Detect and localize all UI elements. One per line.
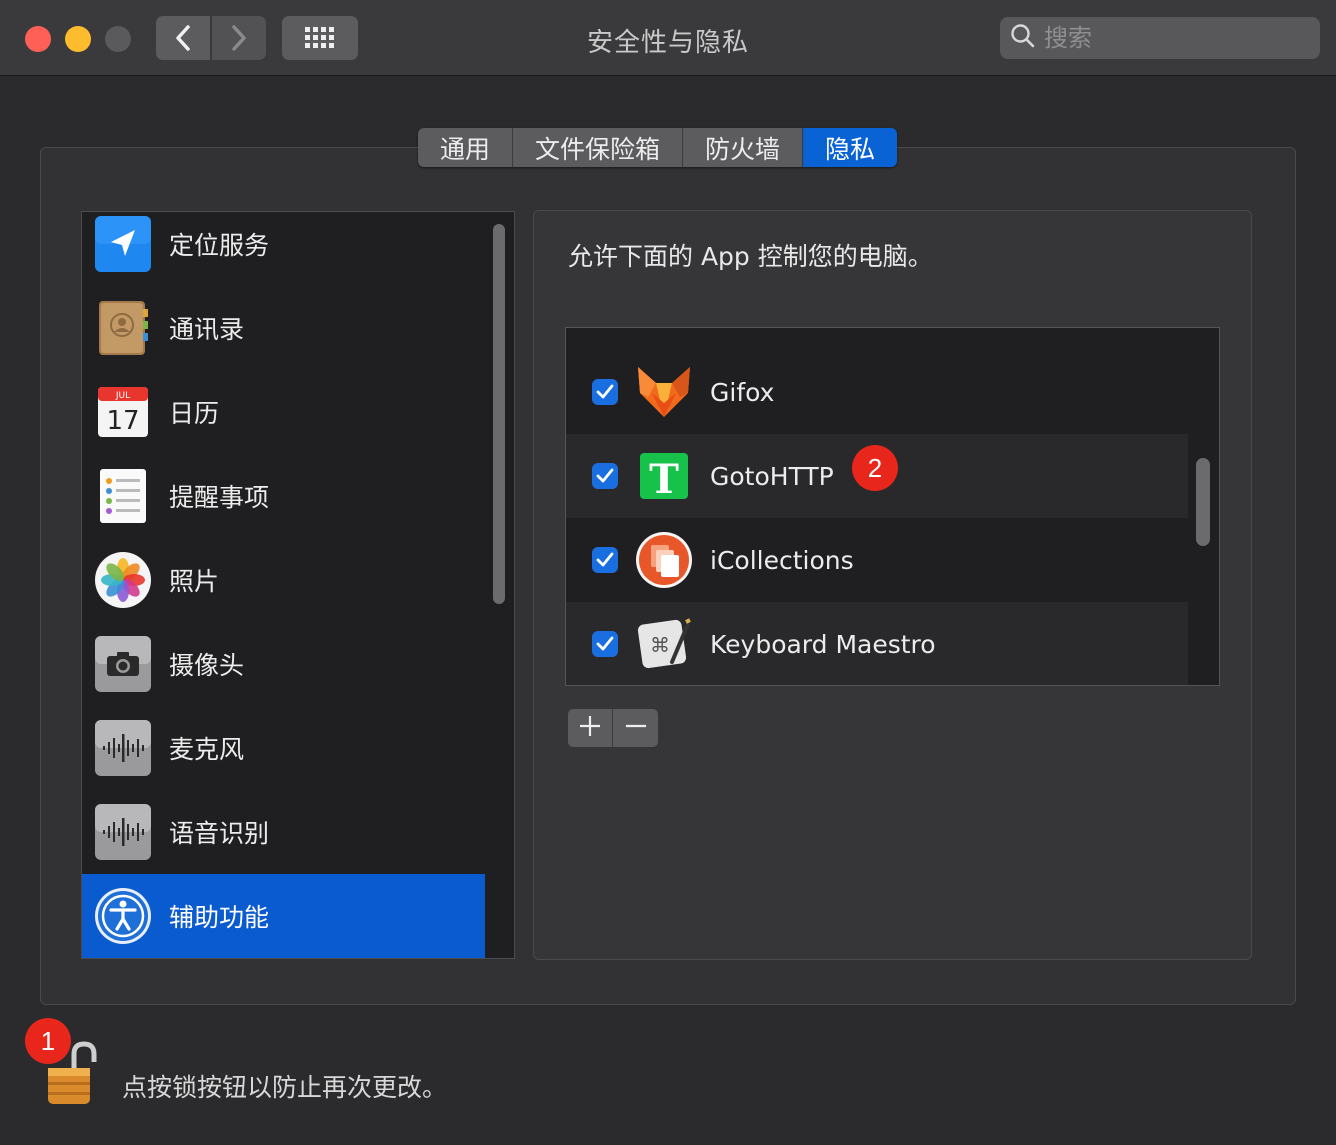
- gotohttp-icon: T: [634, 446, 694, 506]
- photos-icon: [94, 551, 152, 609]
- minus-icon: [625, 715, 647, 741]
- title-bar: 安全性与隐私: [0, 0, 1336, 76]
- accessibility-panel: 允许下面的 App 控制您的电脑。 Gifox T GotoHTTP iColl…: [533, 210, 1252, 960]
- icollections-icon: [634, 530, 694, 590]
- plus-icon: [579, 715, 601, 741]
- sidebar-item-label: 日历: [169, 399, 220, 428]
- lock-status-text: 点按锁按钮以防止再次更改。: [122, 1073, 448, 1102]
- sidebar-item-label: 摄像头: [169, 651, 245, 680]
- keyboard-maestro-icon: ⌘: [634, 614, 694, 674]
- add-app-button[interactable]: [568, 709, 613, 747]
- search-input[interactable]: [1044, 24, 1304, 52]
- tab-filevault[interactable]: 文件保险箱: [513, 128, 684, 167]
- annotation-badge-2: 2: [852, 445, 898, 491]
- microphone-icon: [94, 719, 152, 777]
- contacts-icon: [94, 299, 152, 357]
- reminders-icon: [94, 467, 152, 525]
- app-name: Gifox: [710, 377, 775, 407]
- privacy-category-list[interactable]: 定位服务 通讯录 JUL 17 日历 提醒事项 照片 摄像头 麦克风 语音识别 …: [81, 211, 515, 959]
- location-arrow-icon: [94, 215, 152, 273]
- svg-text:⌘: ⌘: [650, 633, 670, 657]
- accessibility-icon: [94, 887, 152, 945]
- list-item[interactable]: ⌘ Keyboard Maestro: [566, 602, 1188, 685]
- app-name: Keyboard Maestro: [710, 629, 936, 659]
- sidebar-item-contacts[interactable]: 通讯录: [82, 286, 485, 370]
- tab-general[interactable]: 通用: [418, 128, 514, 167]
- checkbox[interactable]: [592, 379, 618, 405]
- camera-icon: [94, 635, 152, 693]
- calendar-day: 17: [106, 406, 139, 436]
- sidebar-item-photos[interactable]: 照片: [82, 538, 485, 622]
- sidebar-item-camera[interactable]: 摄像头: [82, 622, 485, 706]
- app-name: GotoHTTP: [710, 461, 834, 491]
- app-list-scrollbar[interactable]: [1196, 458, 1210, 546]
- sidebar-item-location-services[interactable]: 定位服务: [82, 212, 485, 286]
- sidebar-item-label: 照片: [169, 567, 220, 596]
- sidebar-item-label: 定位服务: [169, 231, 270, 260]
- tab-firewall[interactable]: 防火墙: [683, 128, 804, 167]
- sidebar-item-label: 辅助功能: [169, 903, 270, 932]
- calendar-icon: JUL 17: [94, 383, 152, 441]
- sidebar-item-reminders[interactable]: 提醒事项: [82, 454, 485, 538]
- list-item[interactable]: iCollections: [566, 518, 1188, 602]
- app-icon: [634, 328, 694, 338]
- gifox-icon: [634, 362, 694, 422]
- checkbox[interactable]: [592, 547, 618, 573]
- list-item[interactable]: Gifox: [566, 350, 1188, 434]
- annotation-badge-1: 1: [25, 1018, 71, 1064]
- gotohttp-letter: T: [649, 456, 679, 501]
- sidebar-item-microphone[interactable]: 麦克风: [82, 706, 485, 790]
- sidebar-item-accessibility[interactable]: 辅助功能: [82, 874, 485, 958]
- sidebar-item-label: 提醒事项: [169, 483, 270, 512]
- search-icon: [1010, 23, 1036, 53]
- sidebar-item-label: 麦克风: [169, 735, 245, 764]
- app-list[interactable]: Gifox T GotoHTTP iCollections ⌘ Keyboard…: [565, 327, 1220, 686]
- sidebar-item-speech-recognition[interactable]: 语音识别: [82, 790, 485, 874]
- sidebar-item-label: 通讯录: [169, 315, 245, 344]
- checkbox[interactable]: [592, 631, 618, 657]
- tab-privacy[interactable]: 隐私: [803, 128, 898, 167]
- sidebar-item-calendar[interactable]: JUL 17 日历: [82, 370, 485, 454]
- speech-recognition-icon: [94, 803, 152, 861]
- tab-bar: 通用 文件保险箱 防火墙 隐私: [418, 128, 898, 167]
- add-remove-buttons: [568, 709, 658, 747]
- list-item[interactable]: [566, 328, 1188, 350]
- checkbox[interactable]: [592, 463, 618, 489]
- app-name: iCollections: [710, 545, 854, 575]
- calendar-month: JUL: [115, 391, 130, 401]
- search-field[interactable]: [1000, 17, 1320, 59]
- sidebar-item-label: 语音识别: [169, 819, 270, 848]
- remove-app-button[interactable]: [613, 709, 658, 747]
- unlocked-padlock-icon: [44, 1041, 104, 1112]
- panel-description: 允许下面的 App 控制您的电脑。: [568, 242, 933, 271]
- sidebar-scrollbar[interactable]: [493, 224, 505, 604]
